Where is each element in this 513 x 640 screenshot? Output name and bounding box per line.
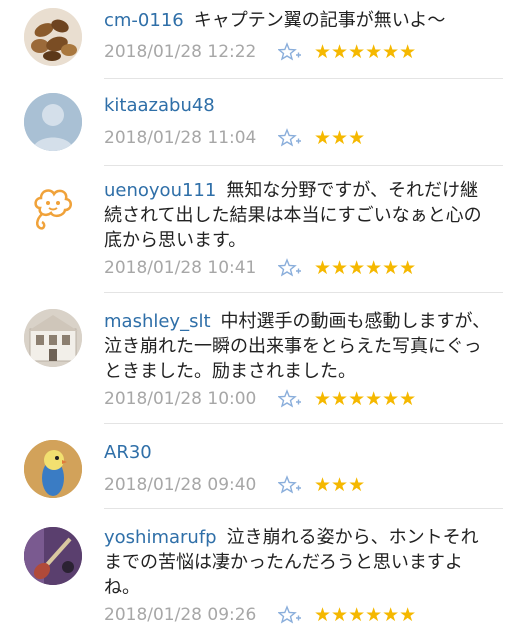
add-star-icon[interactable] [278, 389, 302, 409]
user-avatar[interactable] [24, 93, 82, 151]
username[interactable]: kitaazabu48 [104, 95, 215, 116]
comment-item: AR30 2018/01/28 09:40 ★★★ [0, 424, 513, 508]
comment-item: kitaazabu48 2018/01/28 11:04 ★★★ [0, 79, 513, 165]
star-rating: ★★★★★★ [314, 388, 417, 410]
comment-date: 2018/01/28 10:41 [104, 258, 257, 278]
username[interactable]: uenoyou111 [104, 180, 216, 201]
comment-item: yoshimarufp 泣き崩れる姿から、ホントそれまでの苦悩は凄かったんだろうと… [0, 509, 513, 640]
bird-avatar-icon [24, 440, 82, 498]
username[interactable]: AR30 [104, 442, 152, 463]
star-rating: ★★★ [314, 127, 366, 149]
nuts-avatar-icon [24, 8, 82, 66]
user-avatar[interactable] [24, 178, 82, 236]
username[interactable]: cm-0116 [104, 10, 184, 31]
star-rating: ★★★★★★ [314, 257, 417, 279]
add-star-icon[interactable] [278, 42, 302, 62]
user-avatar[interactable] [24, 8, 82, 66]
comment-date: 2018/01/28 10:00 [104, 389, 257, 409]
star-rating: ★★★★★★ [314, 41, 417, 63]
user-avatar[interactable] [24, 527, 82, 585]
user-avatar[interactable] [24, 309, 82, 367]
comment-item: uenoyou111 無知な分野ですが、それだけ継続されて出した結果は本当にすごい… [0, 166, 513, 292]
comment-date: 2018/01/28 11:04 [104, 128, 257, 148]
comment-item: cm-0116 キャプテン翼の記事が無いよ〜 2018/01/28 12:22 ★… [0, 0, 513, 78]
star-rating: ★★★ [314, 474, 366, 496]
add-star-icon[interactable] [278, 258, 302, 278]
comment-item: mashley_slt 中村選手の動画も感動しますが、泣き崩れた一瞬の出来事をとら… [0, 293, 513, 423]
star-rating: ★★★★★★ [314, 604, 417, 626]
default-user-avatar-icon [24, 93, 82, 151]
guitar-avatar-icon [24, 527, 82, 585]
comment-list: cm-0116 キャプテン翼の記事が無いよ〜 2018/01/28 12:22 ★… [0, 0, 513, 640]
user-avatar[interactable] [24, 440, 82, 498]
add-star-icon[interactable] [278, 605, 302, 625]
dollhouse-avatar-icon [24, 309, 82, 367]
comment-text: キャプテン翼の記事が無いよ〜 [193, 10, 446, 31]
cloud-character-avatar-icon [24, 178, 82, 236]
username[interactable]: mashley_slt [104, 311, 211, 332]
add-star-icon[interactable] [278, 128, 302, 148]
comment-date: 2018/01/28 09:26 [104, 605, 257, 625]
username[interactable]: yoshimarufp [104, 527, 217, 548]
add-star-icon[interactable] [278, 475, 302, 495]
comment-date: 2018/01/28 09:40 [104, 475, 257, 495]
comment-date: 2018/01/28 12:22 [104, 42, 257, 62]
